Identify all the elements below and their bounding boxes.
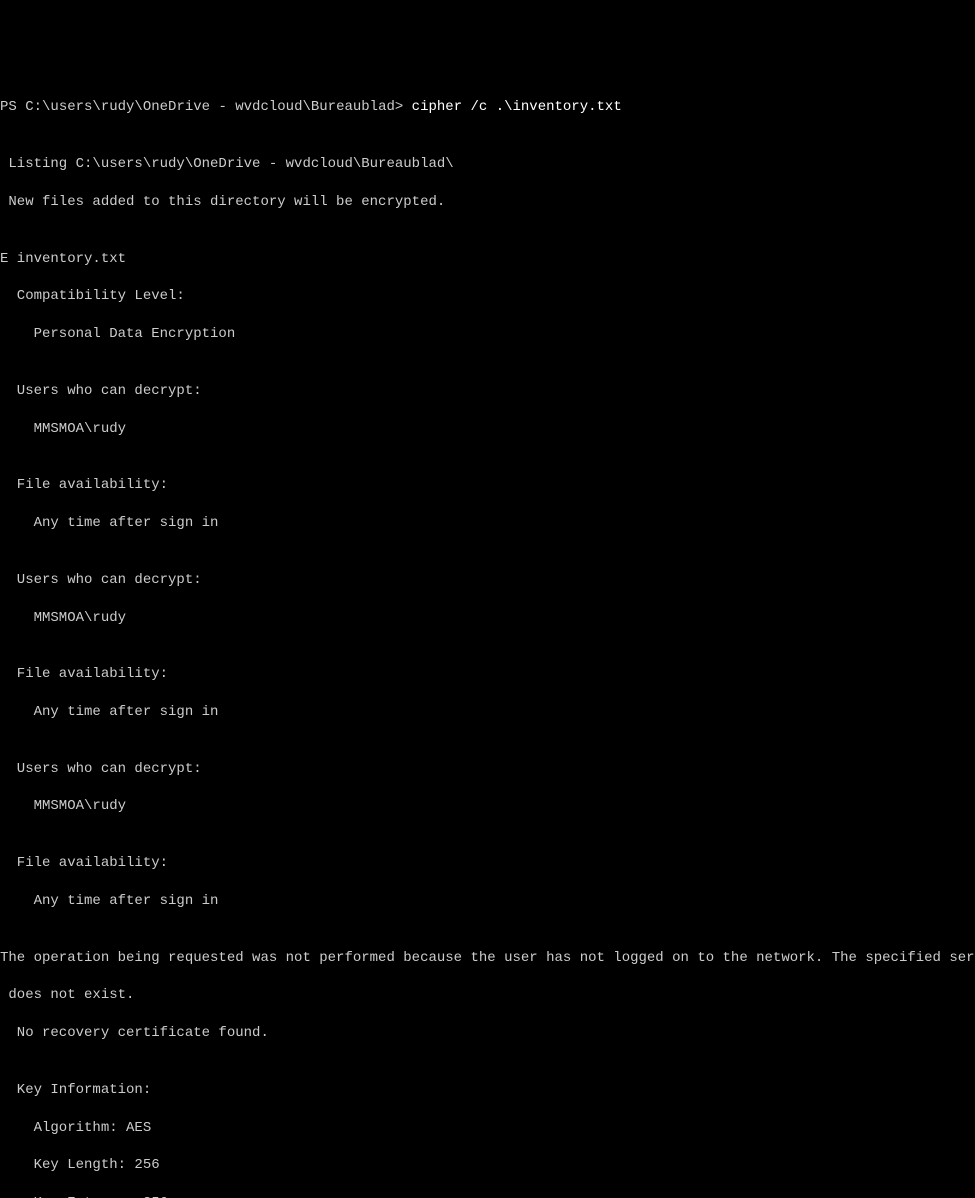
keylength-line: Key Length: 256 — [0, 1156, 975, 1175]
file-avail-label: File availability: — [0, 665, 975, 684]
file-avail-value: Any time after sign in — [0, 892, 975, 911]
listing-line: Listing C:\users\rudy\OneDrive - wvdclou… — [0, 155, 975, 174]
users-decrypt-label: Users who can decrypt: — [0, 382, 975, 401]
users-decrypt-label: Users who can decrypt: — [0, 571, 975, 590]
keyinfo-label: Key Information: — [0, 1081, 975, 1100]
newfiles-line: New files added to this directory will b… — [0, 193, 975, 212]
users-decrypt-value: MMSMOA\rudy — [0, 797, 975, 816]
prompt-line: PS C:\users\rudy\OneDrive - wvdcloud\Bur… — [0, 98, 975, 117]
error-line: The operation being requested was not pe… — [0, 949, 975, 968]
terminal-output[interactable]: PS C:\users\rudy\OneDrive - wvdcloud\Bur… — [0, 80, 975, 1198]
file-avail-label: File availability: — [0, 854, 975, 873]
algorithm-line: Algorithm: AES — [0, 1119, 975, 1138]
compat-value: Personal Data Encryption — [0, 325, 975, 344]
file-avail-label: File availability: — [0, 476, 975, 495]
command-text: cipher /c .\inventory.txt — [403, 99, 621, 115]
no-recovery-line: No recovery certificate found. — [0, 1024, 975, 1043]
file-avail-value: Any time after sign in — [0, 703, 975, 722]
keyentropy-line: Key Entropy: 256 — [0, 1194, 975, 1198]
users-decrypt-value: MMSMOA\rudy — [0, 609, 975, 628]
error-line: does not exist. — [0, 986, 975, 1005]
prompt-path: C:\users\rudy\OneDrive - wvdcloud\Bureau… — [25, 99, 403, 115]
users-decrypt-label: Users who can decrypt: — [0, 760, 975, 779]
users-decrypt-value: MMSMOA\rudy — [0, 420, 975, 439]
encrypted-file-line: E inventory.txt — [0, 250, 975, 269]
file-avail-value: Any time after sign in — [0, 514, 975, 533]
prompt-prefix: PS — [0, 99, 25, 115]
compat-label: Compatibility Level: — [0, 287, 975, 306]
